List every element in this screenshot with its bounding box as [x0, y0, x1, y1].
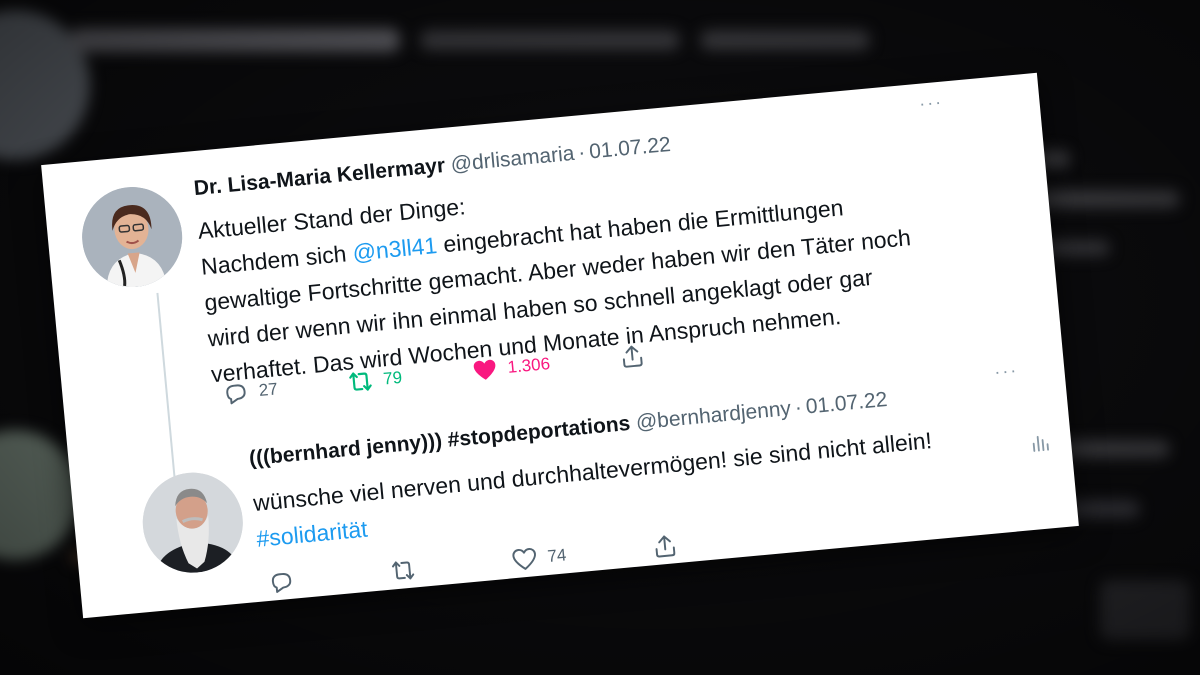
share-icon: [655, 535, 676, 558]
retweet-icon: [349, 372, 372, 391]
like-button[interactable]: 74: [510, 542, 567, 573]
tweet-date[interactable]: 01.07.22: [805, 388, 889, 418]
share-button[interactable]: [619, 342, 647, 370]
reply-icon: [226, 384, 246, 405]
thread-connector-line: [156, 292, 176, 479]
reply-count: 27: [257, 379, 279, 400]
like-count: 1.306: [506, 354, 551, 377]
tweet-thread-card: Dr. Lisa-Maria Kellermayr @drlisamaria·0…: [41, 72, 1079, 619]
analytics-icon[interactable]: [1028, 431, 1052, 460]
reply-button[interactable]: 27: [222, 376, 279, 407]
reply-button[interactable]: [267, 567, 305, 596]
hashtag-link[interactable]: #solidarität: [255, 516, 368, 552]
avatar[interactable]: [138, 468, 248, 578]
retweet-count: 79: [382, 367, 403, 389]
avatar-photo-icon: [77, 182, 187, 292]
avatar[interactable]: [77, 182, 187, 292]
tweet-text-segment: Nachdem sich: [199, 239, 354, 280]
separator-dot: ·: [793, 395, 803, 420]
like-icon: [473, 359, 496, 380]
tweet-date[interactable]: 01.07.22: [588, 133, 672, 163]
share-button[interactable]: [651, 532, 679, 560]
like-count: 74: [546, 545, 568, 567]
separator-dot: ·: [577, 140, 587, 165]
retweet-button[interactable]: 79: [346, 365, 403, 396]
avatar-photo-icon: [138, 468, 248, 578]
retweet-icon: [391, 561, 415, 580]
retweet-button[interactable]: [389, 555, 427, 584]
author-handle[interactable]: @bernhardjenny: [635, 397, 792, 434]
reply-icon: [271, 573, 292, 593]
more-icon[interactable]: ···: [993, 360, 1019, 383]
mention-link[interactable]: @n3ll41: [351, 232, 438, 266]
author-handle[interactable]: @drlisamaria: [450, 142, 576, 176]
like-icon: [512, 548, 536, 570]
share-icon: [623, 345, 644, 368]
more-icon[interactable]: ···: [918, 92, 944, 115]
